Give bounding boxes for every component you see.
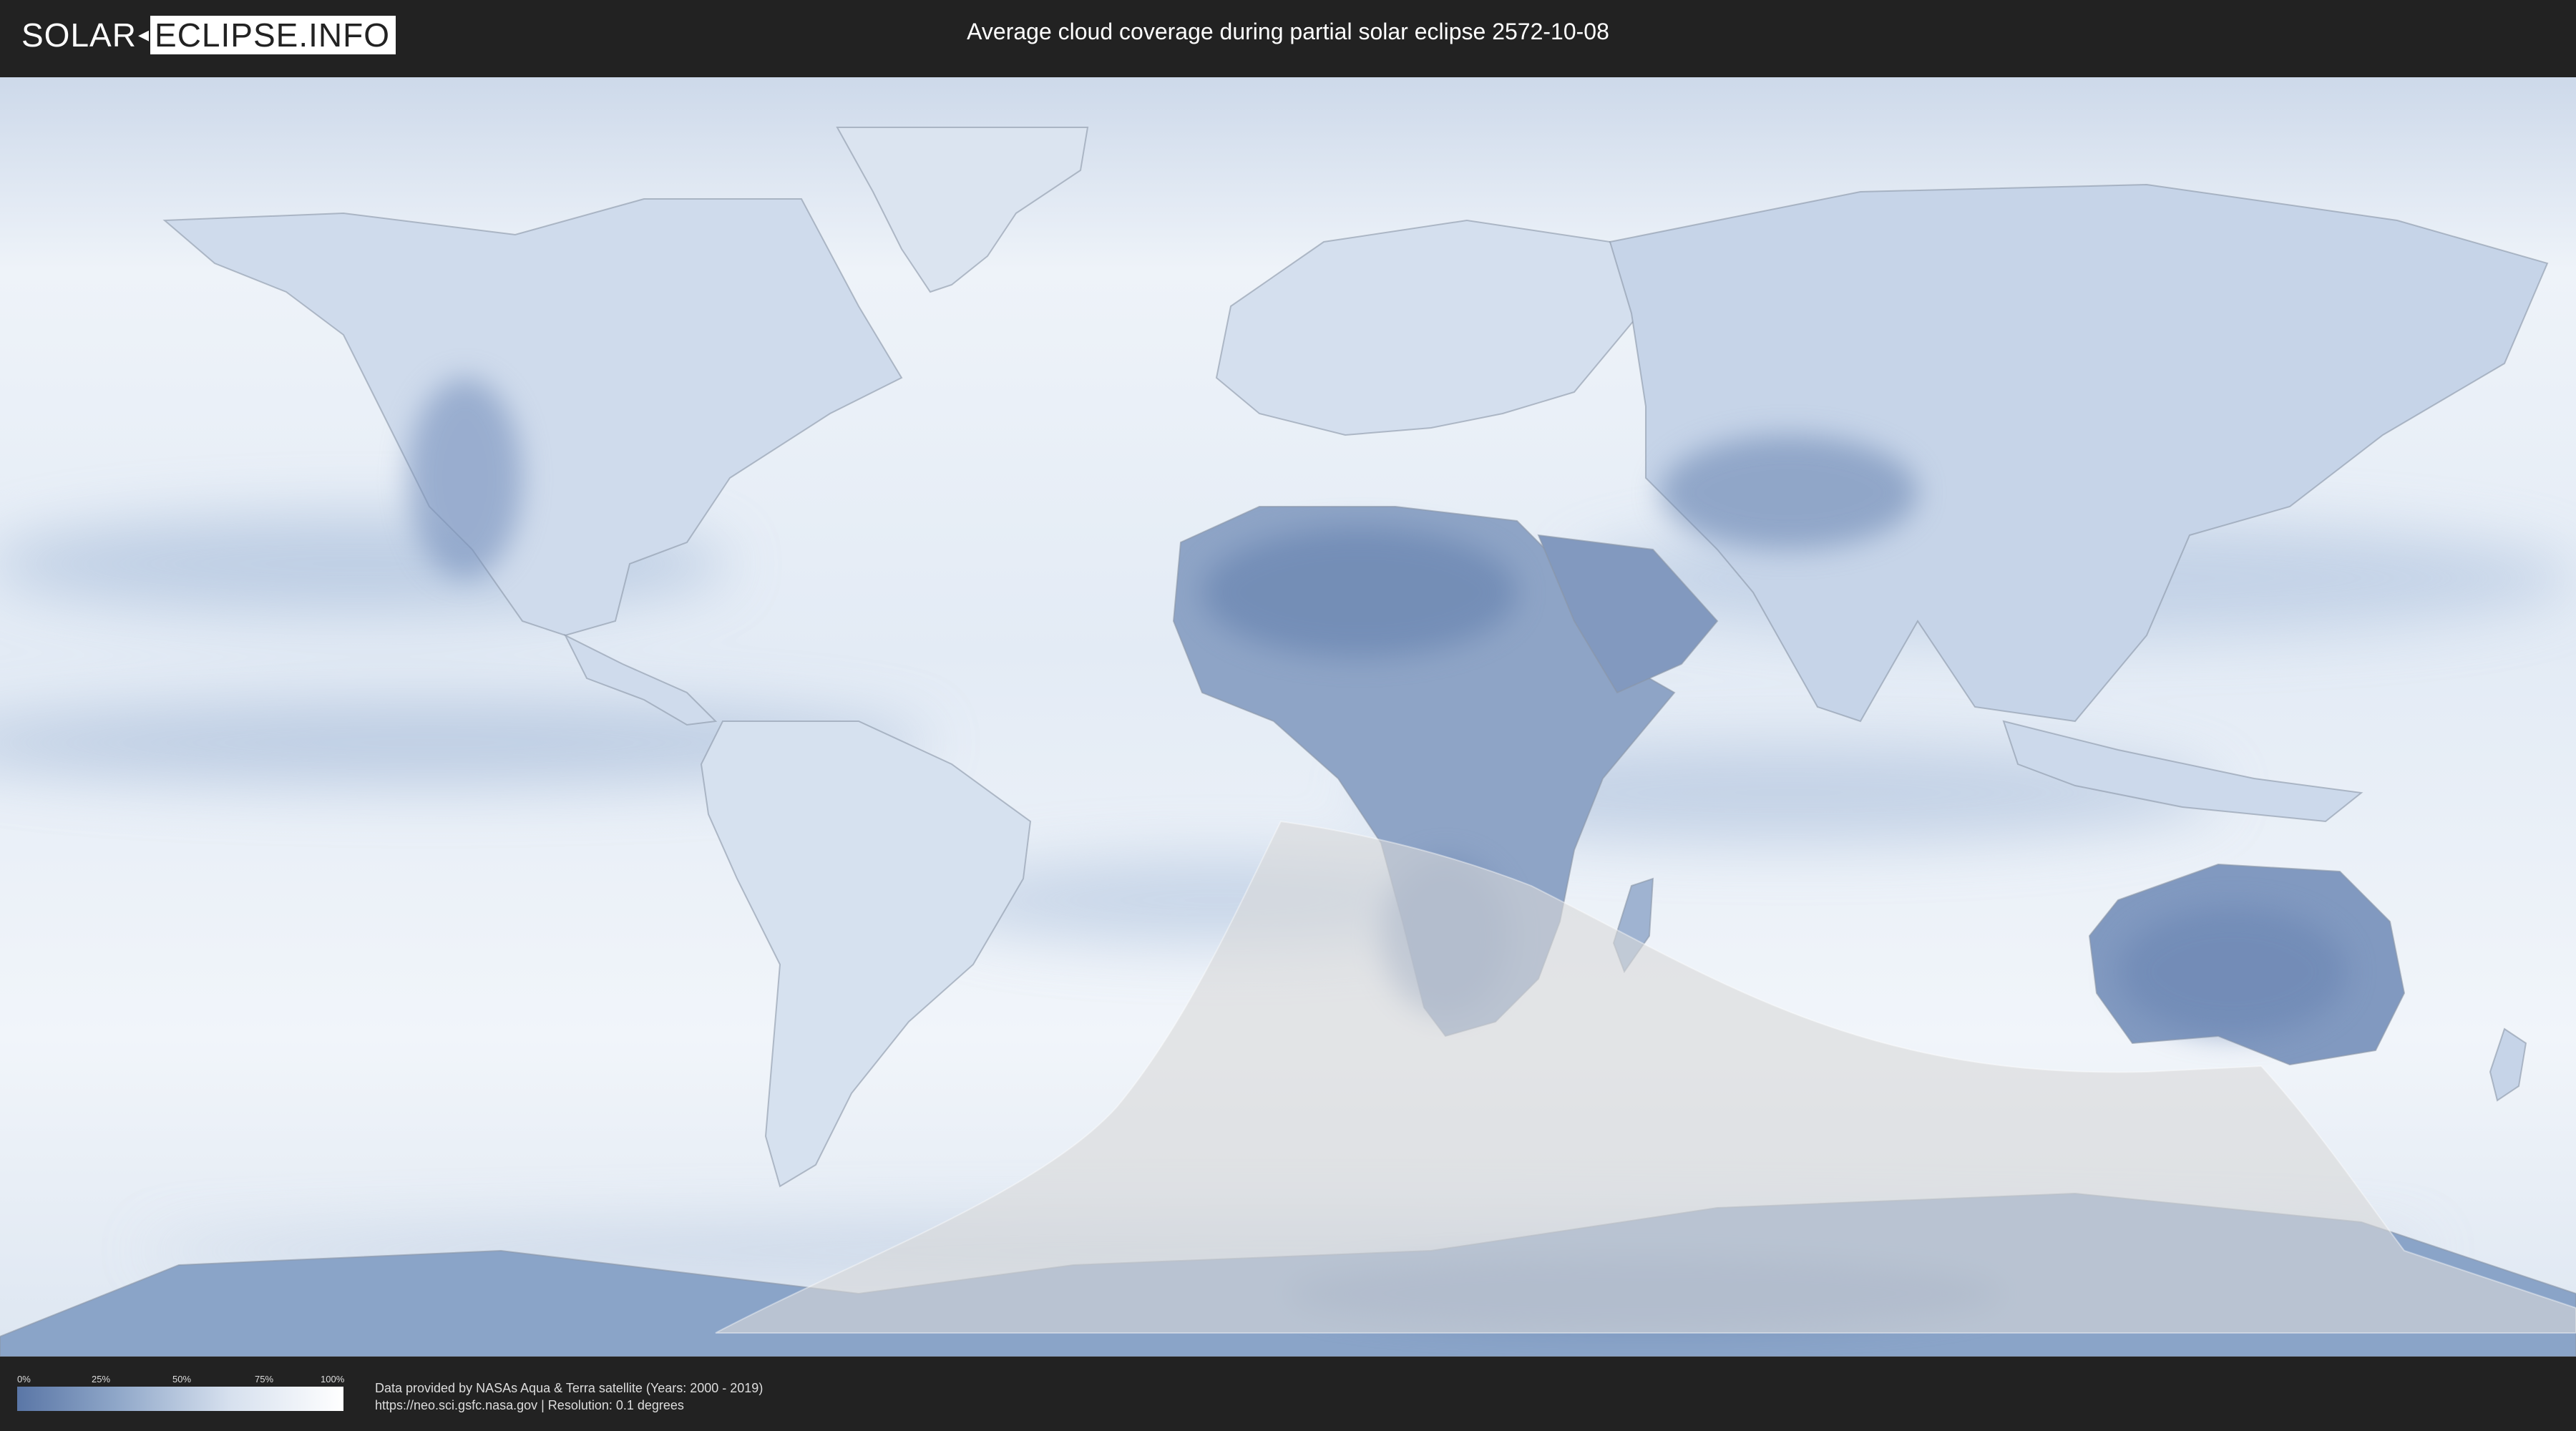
credit-line-source: Data provided by NASAs Aqua & Terra sate…	[375, 1381, 763, 1395]
cloud-coverage-map[interactable]	[0, 77, 2576, 1357]
legend-tick-50: 50%	[172, 1374, 192, 1384]
legend-gradient-bar	[17, 1387, 343, 1411]
header-bar: SOLAR ◂ ECLIPSE.INFO Average cloud cover…	[0, 0, 2576, 72]
legend-tick-0: 0%	[17, 1374, 31, 1384]
cloud-coverage-legend: 0% 25% 50% 75% 100%	[17, 1374, 345, 1412]
legend-tick-75: 75%	[255, 1374, 274, 1384]
credit-line-url[interactable]: https://neo.sci.gsfc.nasa.gov | Resoluti…	[375, 1397, 763, 1414]
data-credits: Data provided by NASAs Aqua & Terra sate…	[375, 1379, 763, 1414]
page-title: Average cloud coverage during partial so…	[967, 19, 1609, 44]
legend-tick-100: 100%	[321, 1374, 345, 1384]
legend-tick-25: 25%	[92, 1374, 111, 1384]
world-map-svg	[0, 77, 2576, 1357]
footer-bar: 0% 25% 50% 75% 100% Data provided by NAS…	[0, 1357, 2576, 1431]
